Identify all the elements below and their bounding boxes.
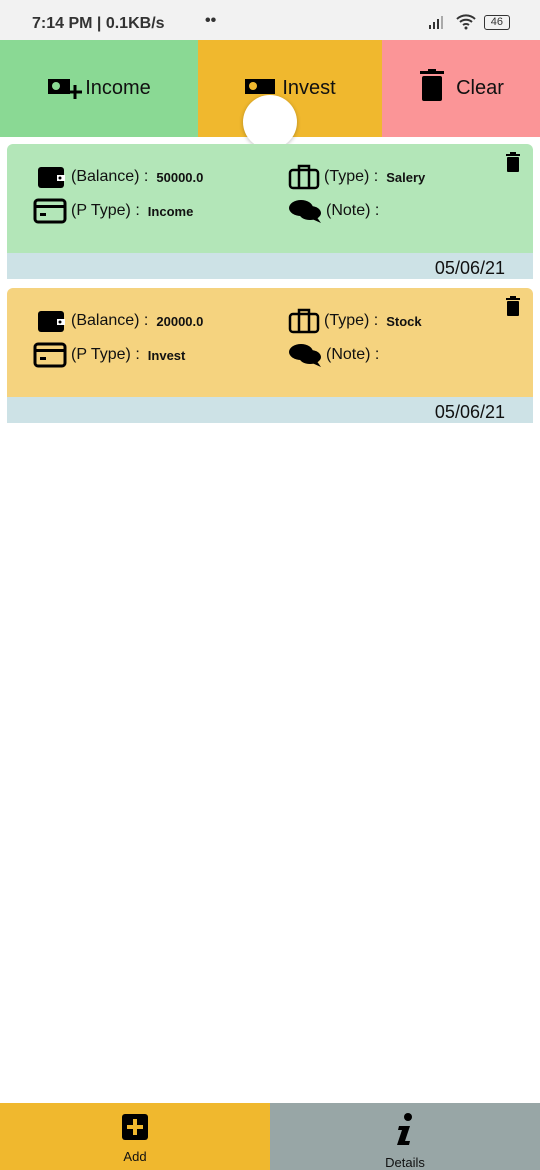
delete-record-icon[interactable] (505, 152, 521, 172)
info-icon (397, 1113, 412, 1145)
ptype-value: Income (147, 203, 194, 219)
income-button[interactable]: Income (0, 40, 198, 137)
type-field: (Type) : Salery (288, 164, 425, 190)
invest-label: Invest (282, 77, 336, 99)
signal-icon (428, 16, 443, 29)
clear-button[interactable]: Clear (382, 40, 540, 137)
notification-dots: •• (205, 12, 217, 29)
note-field: (Note) : (288, 198, 387, 224)
balance-label: (Balance) : (71, 312, 149, 329)
ptype-field: (P Type) : Income (33, 198, 193, 224)
type-label: (Type) : (324, 312, 379, 329)
comments-icon (289, 200, 321, 223)
nav-details[interactable]: Details (270, 1103, 540, 1170)
ptype-label: (P Type) : (71, 346, 140, 363)
balance-value: 50000.0 (156, 169, 204, 185)
floating-circle[interactable] (243, 95, 297, 149)
wifi-icon (456, 14, 476, 30)
nav-add[interactable]: Add (0, 1103, 270, 1170)
credit-card-icon (33, 198, 67, 224)
record-card[interactable]: (Balance) : 20000.0 (P Type) : Invest (Typ… (7, 288, 533, 423)
credit-card-icon (33, 342, 67, 368)
type-field: (Type) : Stock (288, 308, 422, 334)
balance-field: (Balance) : 50000.0 (37, 164, 203, 190)
wallet-icon (38, 167, 65, 188)
type-value: Stock (386, 313, 422, 329)
balance-value: 20000.0 (156, 313, 204, 329)
comments-icon (289, 344, 321, 367)
record-date: 05/06/21 (7, 253, 533, 279)
note-label: (Note) : (326, 346, 380, 363)
ptype-value: Invest (147, 347, 186, 363)
record-card[interactable]: (Balance) : 50000.0 (P Type) : Income (Typ… (7, 144, 533, 279)
battery-icon: 46 (483, 14, 510, 30)
record-date: 05/06/21 (7, 397, 533, 423)
type-value: Salery (386, 169, 426, 185)
delete-record-icon[interactable] (505, 296, 521, 316)
ptype-label: (P Type) : (71, 202, 140, 219)
status-time: 7:14 PM | 0.1KB/s (32, 15, 165, 32)
clear-label: Clear (456, 77, 504, 99)
balance-field: (Balance) : 20000.0 (37, 308, 203, 334)
nav-add-label: Add (123, 1149, 147, 1164)
note-label: (Note) : (326, 202, 380, 219)
trash-icon (420, 68, 445, 101)
balance-label: (Balance) : (71, 168, 149, 185)
status-bar: 7:14 PM | 0.1KB/s •• 46 (0, 0, 540, 40)
money-plus-icon (48, 78, 83, 99)
ptype-field: (P Type) : Invest (33, 342, 185, 368)
type-label: (Type) : (324, 168, 379, 185)
plus-square-icon (122, 1114, 148, 1140)
briefcase-icon (288, 164, 320, 190)
briefcase-icon (288, 308, 320, 334)
wallet-icon (38, 311, 65, 332)
income-label: Income (85, 77, 151, 99)
nav-details-label: Details (385, 1155, 425, 1170)
note-field: (Note) : (288, 342, 387, 368)
